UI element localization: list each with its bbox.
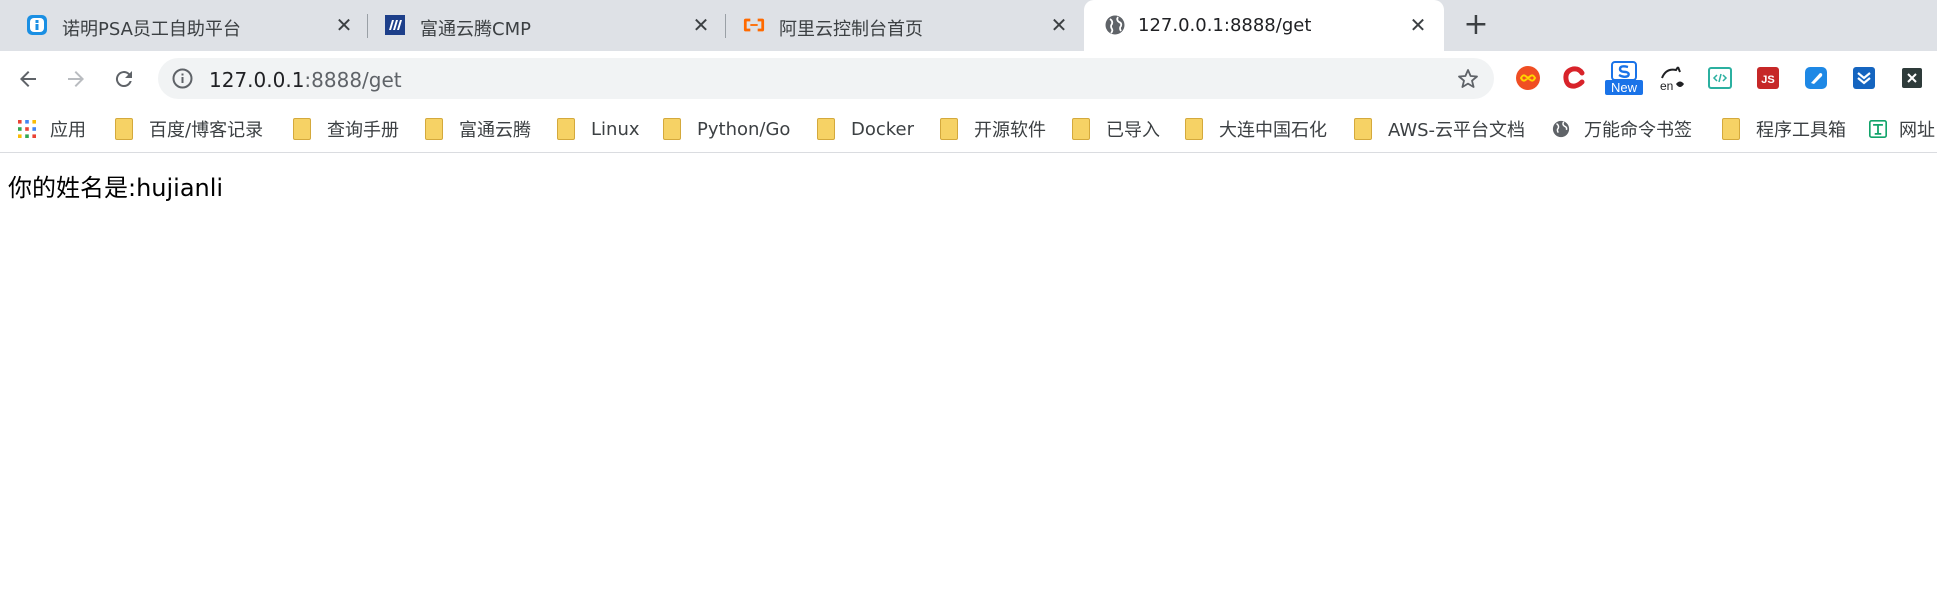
bookmark-folder[interactable]: 已导入 [1072, 115, 1160, 143]
feather-extension-icon[interactable] [1802, 64, 1830, 92]
js-extension-icon[interactable]: JS [1754, 64, 1782, 92]
bookmark-label: 程序工具箱 [1756, 120, 1846, 141]
cmp-favicon-icon [384, 14, 406, 36]
bookmarks-bar: 应用 百度/博客记录 查询手册 富通云腾 Linux Python/Go Doc… [0, 105, 1937, 153]
tab-title: 阿里云控制台首页 [779, 19, 923, 40]
address-bar[interactable]: 127.0.0.1:8888/get [158, 58, 1494, 99]
tab-close-icon[interactable]: ✕ [332, 13, 356, 37]
code-extension-icon[interactable] [1706, 64, 1734, 92]
url-host: 127.0.0.1 [209, 68, 305, 92]
url-text[interactable]: 127.0.0.1:8888/get [209, 68, 402, 92]
bookmark-folder[interactable]: Docker [817, 115, 914, 143]
folder-icon [425, 118, 443, 140]
bookmark-label: AWS-云平台文档 [1388, 120, 1526, 141]
new-badge-text: New [1611, 80, 1638, 95]
aliyun-favicon-icon [743, 14, 765, 36]
tab-close-icon[interactable]: ✕ [689, 13, 713, 37]
js-label: JS [1761, 74, 1774, 86]
globe-icon [1552, 120, 1570, 138]
tab-cmp[interactable]: 富通云腾CMP ✕ [358, 0, 723, 51]
bookmark-label: 应用 [50, 120, 86, 141]
bookmark-apps[interactable]: 应用 [18, 115, 86, 143]
arrow-right-icon [68, 71, 84, 87]
folder-icon [115, 118, 133, 140]
url-path: :8888/get [304, 68, 402, 92]
folder-icon [1722, 118, 1740, 140]
folder-icon [557, 118, 575, 140]
t-icon [1869, 120, 1887, 138]
tab-active-get[interactable]: 127.0.0.1:8888/get ✕ [1084, 0, 1444, 51]
browser-toolbar: 127.0.0.1:8888/get [0, 51, 1937, 105]
bookmark-folder[interactable]: 大连中国石化 [1185, 115, 1327, 143]
folder-icon [1354, 118, 1372, 140]
tab-psa[interactable]: 诺明PSA员工自助平台 ✕ [0, 0, 365, 51]
bookmark-page[interactable]: 万能命令书签 [1552, 115, 1692, 143]
bookmark-page[interactable]: 网址 [1869, 115, 1935, 143]
tab-close-icon[interactable]: ✕ [1047, 13, 1071, 37]
tab-title: 富通云腾CMP [420, 19, 531, 40]
bookmark-folder[interactable]: Linux [557, 115, 640, 143]
bookmark-label: 查询手册 [327, 120, 399, 141]
bookmark-label: 万能命令书签 [1584, 120, 1692, 141]
globe-icon [1104, 14, 1126, 36]
tab-strip: 诺明PSA员工自助平台 ✕ 富通云腾CMP ✕ 阿里云控制台首页 ✕ 127.0… [0, 0, 1937, 51]
bookmark-folder[interactable]: 程序工具箱 [1722, 115, 1846, 143]
s-new-extension-icon[interactable]: New [1604, 60, 1644, 96]
infinity-extension-icon[interactable] [1514, 64, 1542, 92]
bookmark-label: 百度/博客记录 [149, 120, 264, 141]
bookmark-label: Python/Go [697, 118, 791, 140]
apps-grid-icon [18, 120, 36, 138]
bookmark-label: 已导入 [1106, 120, 1160, 141]
psa-favicon-icon [26, 14, 48, 36]
bookmark-label: 富通云腾 [459, 120, 531, 141]
bookmark-star-icon[interactable] [1456, 67, 1480, 91]
bookmark-folder[interactable]: 查询手册 [293, 115, 399, 143]
en-label: en [1660, 79, 1673, 92]
bookmark-folder[interactable]: 百度/博客记录 [115, 115, 263, 143]
bookmark-label: Linux [591, 118, 640, 140]
translate-extension-icon[interactable]: en [1658, 64, 1686, 92]
folder-icon [293, 118, 311, 140]
back-button[interactable] [14, 65, 42, 93]
bookmark-folder[interactable]: 开源软件 [940, 115, 1046, 143]
page-body-text: 你的姓名是:hujianli [8, 174, 224, 202]
bookmark-label: 开源软件 [974, 120, 1046, 141]
tab-title: 诺明PSA员工自助平台 [62, 19, 241, 40]
bookmark-folder[interactable]: Python/Go [663, 115, 790, 143]
download-extension-icon[interactable] [1850, 64, 1878, 92]
bookmark-folder[interactable]: AWS-云平台文档 [1354, 115, 1525, 143]
c-extension-icon[interactable] [1560, 64, 1588, 92]
bookmark-label: 网址 [1899, 120, 1935, 141]
arrow-left-icon [20, 71, 36, 87]
x-extension-icon[interactable] [1898, 64, 1926, 92]
tab-title: 127.0.0.1:8888/get [1138, 15, 1312, 36]
tab-aliyun[interactable]: 阿里云控制台首页 ✕ [717, 0, 1082, 51]
info-icon[interactable] [172, 68, 193, 89]
bookmark-label: 大连中国石化 [1219, 120, 1327, 141]
folder-icon [1185, 118, 1203, 140]
forward-button[interactable] [62, 65, 90, 93]
bookmark-folder[interactable]: 富通云腾 [425, 115, 531, 143]
reload-button[interactable] [110, 65, 138, 93]
folder-icon [1072, 118, 1090, 140]
folder-icon [940, 118, 958, 140]
bookmark-label: Docker [851, 118, 915, 140]
folder-icon [663, 118, 681, 140]
folder-icon [817, 118, 835, 140]
reload-icon [115, 71, 132, 88]
tab-close-icon[interactable]: ✕ [1406, 13, 1430, 37]
new-tab-button[interactable]: + [1462, 10, 1490, 40]
